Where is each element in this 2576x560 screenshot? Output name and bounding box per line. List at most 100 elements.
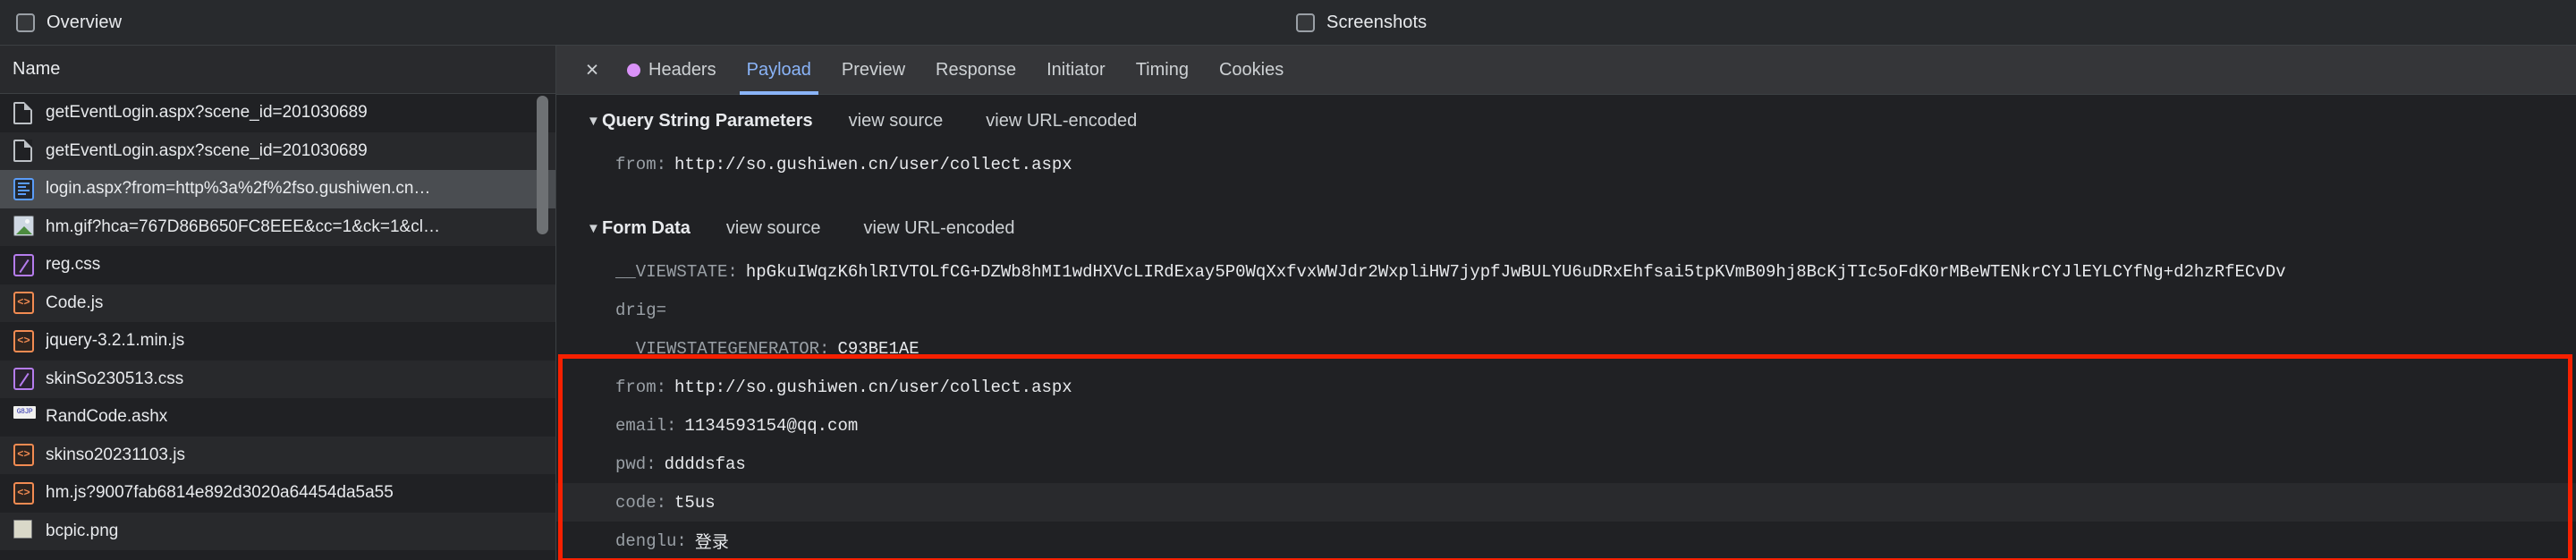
parameter-key: denglu:: [615, 530, 687, 551]
parameter-value: t5us: [674, 492, 716, 513]
document-icon: [13, 140, 34, 163]
query-string-parameters-section: ▼ Query String Parameters view source vi…: [556, 95, 2576, 183]
screenshots-checkbox-box[interactable]: [1296, 13, 1315, 32]
script-icon: <>: [13, 444, 34, 467]
request-list-item-label: jquery-3.2.1.min.js: [46, 331, 185, 351]
form-data-view-source-link[interactable]: view source: [726, 218, 821, 239]
form-data-section: ▼ Form Data view source view URL-encoded…: [556, 204, 2576, 560]
form-data-view-url-encoded-link[interactable]: view URL-encoded: [864, 218, 1015, 239]
query-string-view-source-link[interactable]: view source: [849, 111, 944, 132]
tab-response[interactable]: Response: [920, 46, 1031, 95]
parameter-value: http://so.gushiwen.cn/user/collect.aspx: [674, 154, 1072, 174]
request-list-item[interactable]: skinSo230513.css: [0, 360, 555, 398]
tab-payload[interactable]: Payload: [732, 46, 826, 95]
script-icon: <>: [13, 481, 34, 505]
request-list-item-label: Code.js: [46, 293, 104, 312]
tab-label: Payload: [746, 59, 811, 80]
parameter-key: pwd:: [615, 454, 657, 474]
parameter-row: drig=: [556, 291, 2576, 329]
request-list-item-label: RandCode.ashx: [46, 407, 168, 427]
request-list-item[interactable]: <> skinso20231103.js: [0, 436, 555, 474]
request-list-item[interactable]: reg.css: [0, 246, 555, 284]
headers-status-dot-icon: [627, 63, 640, 77]
detail-tabbar: × Headers Payload Preview Response Initiator…: [556, 46, 2576, 95]
request-list-item-label: reg.css: [46, 255, 101, 275]
request-list-item[interactable]: getEventLogin.aspx?scene_id=201030689: [0, 94, 555, 132]
stylesheet-icon: [13, 253, 34, 276]
request-list-item[interactable]: getEventLogin.aspx?scene_id=201030689: [0, 132, 555, 170]
document-icon: [13, 101, 34, 124]
tab-label: Headers: [648, 59, 716, 80]
tab-initiator[interactable]: Initiator: [1031, 46, 1121, 95]
parameter-key: __VIEWSTATE:: [615, 261, 738, 282]
parameter-row: pwd: ddddsfas: [556, 445, 2576, 483]
tab-headers[interactable]: Headers: [612, 46, 732, 95]
network-settings-toolbar: Overview Screenshots: [0, 0, 2576, 46]
request-list-item[interactable]: bcpic.png: [0, 512, 555, 550]
request-detail-pane: × Headers Payload Preview Response Initiator…: [556, 46, 2576, 560]
request-list-item[interactable]: hm.gif?hca=767D86B650FC8EEE&cc=1&ck=1&cl…: [0, 208, 555, 246]
network-panel: Name getEventLogin.aspx?scene_id=2010306…: [0, 46, 2576, 560]
request-list-item-label: skinso20231103.js: [46, 445, 185, 464]
tab-cookies[interactable]: Cookies: [1204, 46, 1299, 95]
request-list-item[interactable]: <> Code.js: [0, 284, 555, 322]
stylesheet-icon: [13, 368, 34, 391]
payload-content: ▼ Query String Parameters view source vi…: [556, 95, 2576, 560]
query-string-parameter-rows: from: http://so.gushiwen.cn/user/collect.…: [556, 145, 2576, 183]
form-data-parameter-rows: __VIEWSTATE: hpGkuIWqzK6hlRIVTOLfCG+DZWb8…: [556, 252, 2576, 560]
screenshots-checkbox-label: Screenshots: [1326, 12, 1428, 32]
parameter-value: ddddsfas: [664, 454, 746, 474]
screenshots-checkbox[interactable]: Screenshots: [1296, 13, 1427, 33]
query-string-view-url-encoded-link[interactable]: view URL-encoded: [986, 111, 1137, 132]
detail-tabs: Headers Payload Preview Response Initiator Ti…: [612, 46, 1299, 95]
tab-timing[interactable]: Timing: [1121, 46, 1204, 95]
tab-label: Response: [936, 59, 1017, 80]
parameter-key: code:: [615, 492, 667, 513]
request-list-item-label: getEventLogin.aspx?scene_id=201030689: [46, 103, 368, 123]
overview-checkbox[interactable]: Overview: [16, 13, 122, 33]
request-list-item[interactable]: login.aspx?from=http%3a%2f%2fso.gushiwen…: [0, 170, 555, 208]
chevron-down-icon[interactable]: ▼: [587, 115, 600, 128]
parameter-row: __VIEWSTATE: hpGkuIWqzK6hlRIVTOLfCG+DZWb8…: [556, 252, 2576, 291]
request-list-item[interactable]: <> jquery-3.2.1.min.js: [0, 322, 555, 361]
parameter-value: http://so.gushiwen.cn/user/collect.aspx: [674, 377, 1072, 397]
overview-checkbox-box[interactable]: [16, 13, 35, 32]
request-list-header: Name: [0, 46, 555, 94]
parameter-row: code: t5us: [556, 483, 2576, 522]
form-data-title: Form Data: [602, 217, 691, 238]
tab-label: Timing: [1135, 59, 1189, 80]
request-list-item-label: hm.js?9007fab6814e892d3020a64454da5a55: [46, 483, 394, 503]
html-document-icon: [13, 177, 34, 200]
captcha-image-icon: G8JP: [13, 405, 36, 428]
request-list-item[interactable]: G8JP RandCode.ashx: [0, 398, 555, 437]
script-icon: <>: [13, 329, 34, 352]
parameter-row: denglu: 登录: [556, 522, 2576, 560]
parameter-key: from:: [615, 377, 667, 397]
request-list-item[interactable]: <> hm.js?9007fab6814e892d3020a64454da5a55: [0, 474, 555, 513]
tab-label: Preview: [841, 59, 906, 80]
request-list-item-label: getEventLogin.aspx?scene_id=201030689: [46, 140, 368, 160]
parameter-row: __VIEWSTATEGENERATOR: C93BE1AE: [556, 329, 2576, 368]
chevron-down-icon[interactable]: ▼: [587, 222, 600, 235]
query-string-parameters-title: Query String Parameters: [602, 110, 813, 131]
query-string-parameters-header: ▼ Query String Parameters view source vi…: [556, 97, 2576, 145]
tab-label: Cookies: [1218, 59, 1284, 80]
parameter-value: C93BE1AE: [837, 338, 919, 359]
request-list-scrollbar[interactable]: [537, 96, 548, 234]
parameter-key: from:: [615, 154, 667, 174]
request-list-item-label: hm.gif?hca=767D86B650FC8EEE&cc=1&ck=1&cl…: [46, 216, 440, 236]
close-icon[interactable]: ×: [572, 58, 612, 81]
parameter-row: from: http://so.gushiwen.cn/user/collect.…: [556, 368, 2576, 406]
png-image-icon: [13, 520, 34, 542]
tab-preview[interactable]: Preview: [826, 46, 920, 95]
column-header-name: Name: [13, 59, 61, 79]
parameter-key: email:: [615, 415, 677, 436]
overview-checkbox-label: Overview: [47, 12, 123, 32]
parameter-key: __VIEWSTATEGENERATOR:: [615, 338, 830, 359]
request-rows: getEventLogin.aspx?scene_id=201030689get…: [0, 94, 555, 550]
form-data-header: ▼ Form Data view source view URL-encoded: [556, 204, 2576, 252]
script-icon: <>: [13, 292, 34, 315]
parameter-value: hpGkuIWqzK6hlRIVTOLfCG+DZWb8hMI1wdHXVcLI…: [745, 261, 2286, 282]
request-list-item-label: skinSo230513.css: [46, 369, 184, 388]
parameter-row: from: http://so.gushiwen.cn/user/collect.…: [556, 145, 2576, 183]
